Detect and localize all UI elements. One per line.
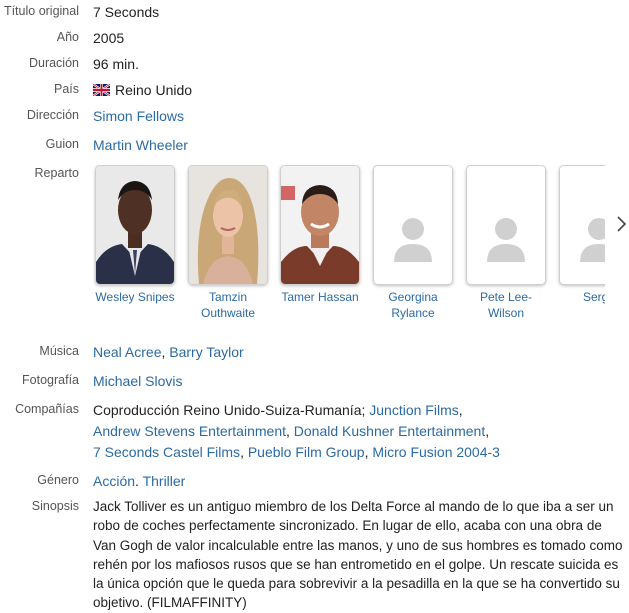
company-link[interactable]: Junction Films — [369, 402, 458, 418]
actor-photo[interactable] — [373, 165, 453, 285]
genre-link[interactable]: Acción — [93, 473, 135, 489]
genre-link[interactable]: Thriller — [143, 473, 186, 489]
sinopsis-label: Sinopsis — [31, 499, 79, 513]
company-link[interactable]: Pueblo Film Group — [248, 444, 365, 460]
composer-link[interactable]: Barry Taylor — [169, 344, 243, 360]
pais-label: País — [53, 82, 79, 96]
actor-name-link[interactable]: Tamer Hassan — [280, 289, 360, 305]
companias-label: Compañías — [15, 402, 79, 416]
company-link[interactable]: 7 Seconds Castel Films — [93, 444, 240, 460]
cast-card[interactable]: Pete Lee- Wilson — [466, 165, 546, 321]
uk-flag-icon — [93, 84, 110, 96]
actor-name-link[interactable]: Pete Lee- Wilson — [466, 289, 546, 321]
pais-value-wrap: Reino Unido — [93, 82, 192, 98]
synopsis-text: Jack Tolliver es un antiguo miembro de l… — [93, 499, 623, 611]
actor-name-link[interactable]: Serge — [559, 289, 605, 305]
cast-card[interactable]: Georgina Rylance — [373, 165, 453, 321]
anio-label: Año — [56, 30, 79, 44]
titulo-label: Título original — [3, 4, 79, 18]
user-placeholder-icon — [374, 166, 452, 284]
duracion-value: 96 min. — [93, 56, 139, 72]
cast-card[interactable]: Tamer Hassan — [280, 165, 360, 305]
pais-value: Reino Unido — [115, 82, 193, 98]
cinematographer-link[interactable]: Michael Slovis — [93, 373, 182, 389]
company-link[interactable]: Donald Kushner Entertainment — [294, 423, 485, 439]
actor-name-link[interactable]: Tamzin Outhwaite — [188, 289, 268, 321]
genero-label: Género — [37, 473, 79, 487]
actor-photo[interactable] — [466, 165, 546, 285]
anio-value: 2005 — [93, 30, 125, 46]
actor-photo[interactable] — [280, 165, 360, 285]
user-placeholder-icon — [560, 166, 605, 284]
titulo-value: 7 Seconds — [93, 4, 160, 20]
cast-card[interactable]: Tamzin Outhwaite — [188, 165, 268, 321]
actor-name-link[interactable]: Georgina Rylance — [373, 289, 453, 321]
companias-prefix: Coproducción Reino Unido-Suiza-Rumanía; — [93, 402, 366, 418]
duracion-label: Duración — [28, 56, 79, 70]
guion-label: Guion — [45, 137, 79, 151]
composer-link[interactable]: Neal Acree — [93, 344, 161, 360]
fotografia-label: Fotografía — [22, 373, 79, 387]
writer-link[interactable]: Martin Wheeler — [93, 137, 188, 153]
direccion-label: Dirección — [26, 108, 79, 122]
chevron-right-icon[interactable] — [614, 214, 628, 234]
company-link[interactable]: Andrew Stevens Entertainment — [93, 423, 286, 439]
user-placeholder-icon — [467, 166, 545, 284]
actor-photo[interactable] — [559, 165, 605, 285]
reparto-label: Reparto — [34, 166, 79, 180]
cast-card[interactable]: Wesley Snipes — [95, 165, 175, 305]
company-link[interactable]: Micro Fusion 2004-3 — [372, 444, 500, 460]
director-link[interactable]: Simon Fellows — [93, 108, 184, 124]
cast-card[interactable]: Serge — [559, 165, 605, 305]
cast-carousel: Wesley Snipes Tamzin Outhwaite Tamer Has… — [93, 165, 605, 330]
musica-label: Música — [39, 344, 79, 358]
actor-photo[interactable] — [188, 165, 268, 285]
actor-name-link[interactable]: Wesley Snipes — [95, 289, 175, 305]
actor-photo[interactable] — [95, 165, 175, 285]
